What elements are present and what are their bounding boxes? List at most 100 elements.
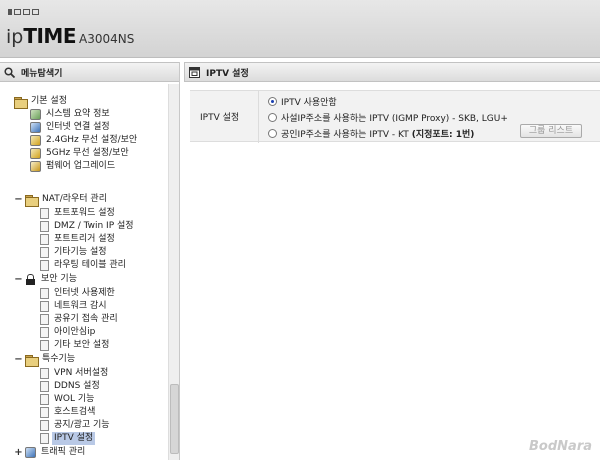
- nav-panel: 메뉴탐색기 기본 설정 시스템 요약 정보 인터넷 연결 설정 2.4GHz 무…: [0, 62, 180, 460]
- content-panel-header: IPTV 설정: [184, 62, 600, 82]
- tree-item-iptv[interactable]: IPTV 설정: [40, 432, 96, 445]
- tree-item-label-selected: IPTV 설정: [52, 432, 96, 445]
- tree-item-label: 기타기능 설정: [54, 247, 107, 257]
- tree-item-port-forward[interactable]: 포트포워드 설정: [40, 207, 117, 220]
- collapse-icon[interactable]: −: [14, 194, 23, 205]
- nav-scrollbar[interactable]: [168, 84, 179, 460]
- brand-ip: ip: [6, 26, 24, 48]
- content-panel: IPTV 설정 IPTV 설정 IPTV 사용안함 사설IP주소를 사용하는 I…: [184, 62, 600, 460]
- tree-group-label: 기본 설정: [31, 96, 67, 106]
- form-divider: [258, 91, 259, 143]
- menu-tree: 기본 설정 시스템 요약 정보 인터넷 연결 설정 2.4GHz 무선 설정/보…: [0, 84, 168, 460]
- page-icon: [40, 221, 49, 232]
- iptv-option-disabled[interactable]: IPTV 사용안함: [268, 94, 337, 108]
- tree-item-firmware[interactable]: 펌웨어 업그레이드: [30, 160, 117, 173]
- tree-item-label: 인터넷 사용제한: [54, 288, 115, 298]
- tree-group-nat[interactable]: − NAT/라우터 관리: [14, 193, 109, 207]
- tree-item-host-search[interactable]: 호스트검색: [40, 406, 97, 419]
- tree-item-misc-function[interactable]: 기타기능 설정: [40, 246, 109, 259]
- tree-item-label: 인터넷 연결 설정: [46, 122, 110, 132]
- tree-item-label: 2.4GHz 무선 설정/보안: [46, 135, 138, 145]
- wifi-icon: [30, 148, 41, 159]
- page-icon: [40, 420, 49, 431]
- tree-item-ddns[interactable]: DDNS 설정: [40, 380, 102, 393]
- tree-item-label: 라우팅 테이블 관리: [54, 260, 126, 270]
- tree-item-wireless-24[interactable]: 2.4GHz 무선 설정/보안: [30, 134, 139, 147]
- page-icon: [40, 288, 49, 299]
- brand-dots-logo: [8, 9, 39, 15]
- tree-item-label: DMZ / Twin IP 설정: [54, 221, 134, 231]
- tree-item-label: WOL 기능: [54, 394, 95, 404]
- tree-item-wol[interactable]: WOL 기능: [40, 393, 96, 406]
- page-icon: [40, 234, 49, 245]
- tree-item-label: 5GHz 무선 설정/보안: [46, 148, 129, 158]
- tree-item-internet-restrict[interactable]: 인터넷 사용제한: [40, 287, 117, 300]
- collapse-icon[interactable]: −: [14, 274, 23, 285]
- page-icon: [40, 260, 49, 271]
- wifi-icon: [30, 135, 41, 146]
- folder-icon: [25, 194, 39, 207]
- tree-item-notice-ad[interactable]: 공지/광고 기능: [40, 419, 112, 432]
- tree-item-label: 시스템 요약 정보: [46, 109, 110, 119]
- nav-panel-header: 메뉴탐색기: [0, 62, 179, 82]
- folder-icon: [25, 354, 39, 367]
- tree-group-label: 특수기능: [42, 354, 76, 364]
- nav-panel-title: 메뉴탐색기: [21, 68, 63, 79]
- tree-item-vpn-server[interactable]: VPN 서버설정: [40, 367, 110, 380]
- chart-icon: [30, 109, 41, 120]
- tree-item-label: DDNS 설정: [54, 381, 100, 391]
- tree-item-dmz[interactable]: DMZ / Twin IP 설정: [40, 220, 136, 233]
- page-icon: [40, 368, 49, 379]
- tree-item-internet-setup[interactable]: 인터넷 연결 설정: [30, 121, 112, 134]
- iptv-option-private-ip[interactable]: 사설IP주소를 사용하는 IPTV (IGMP Proxy) - SKB, LG…: [268, 110, 508, 124]
- lock-icon: [25, 274, 36, 285]
- tree-group-basic[interactable]: 기본 설정: [14, 95, 69, 109]
- tree-item-label: 포트포워드 설정: [54, 208, 115, 218]
- page-icon: [40, 407, 49, 418]
- upgrade-icon: [30, 161, 41, 172]
- tree-item-access-manage[interactable]: 공유기 접속 관리: [40, 313, 120, 326]
- option-label: IPTV 사용안함: [281, 97, 337, 108]
- page-icon: [40, 301, 49, 312]
- option-label: 사설IP주소를 사용하는 IPTV (IGMP Proxy) - SKB, LG…: [281, 113, 508, 124]
- tree-item-label: 아이안심ip: [54, 327, 96, 337]
- radio-button[interactable]: [268, 128, 277, 138]
- radio-button[interactable]: [268, 96, 277, 106]
- tree-item-label: 펌웨어 업그레이드: [46, 161, 116, 171]
- page-icon: [40, 314, 49, 325]
- tree-item-label: 기타 보안 설정: [54, 340, 110, 350]
- tree-group-security[interactable]: − 보안 기능: [14, 273, 79, 286]
- tree-item-label: 공지/광고 기능: [54, 420, 110, 430]
- collapse-icon[interactable]: −: [14, 354, 23, 365]
- page-icon: [40, 208, 49, 219]
- tree-item-network-monitor[interactable]: 네트워크 감시: [40, 300, 109, 313]
- tree-group-special[interactable]: − 특수기능: [14, 353, 77, 367]
- page-icon: [40, 394, 49, 405]
- traffic-icon: [25, 447, 36, 458]
- tree-item-label: 공유기 접속 관리: [54, 314, 118, 324]
- tree-item-wireless-5[interactable]: 5GHz 무선 설정/보안: [30, 147, 131, 160]
- page-icon: [40, 247, 49, 258]
- tree-group-label: 보안 기능: [41, 274, 77, 284]
- tree-item-routing-table[interactable]: 라우팅 테이블 관리: [40, 259, 128, 272]
- iptv-row-label: IPTV 설정: [200, 113, 240, 123]
- tree-group-traffic[interactable]: + 트래픽 관리: [14, 446, 87, 459]
- iptv-option-public-ip[interactable]: 공인IP주소를 사용하는 IPTV - KT (지정포트: 1번): [268, 126, 474, 140]
- radio-button[interactable]: [268, 112, 277, 122]
- tree-item-other-security[interactable]: 기타 보안 설정: [40, 339, 111, 352]
- tree-item-label: 네트워크 감시: [54, 301, 107, 311]
- iptv-settings-form: IPTV 설정 IPTV 사용안함 사설IP주소를 사용하는 IPTV (IGM…: [190, 90, 600, 143]
- option-label: 공인IP주소를 사용하는 IPTV - KT: [281, 129, 409, 140]
- nav-scrollbar-thumb[interactable]: [170, 384, 179, 454]
- window-icon: [189, 66, 200, 78]
- tree-item-system-summary[interactable]: 시스템 요약 정보: [30, 108, 112, 121]
- bodnara-watermark: BodNara: [529, 439, 592, 454]
- group-list-button[interactable]: 그룹 리스트: [520, 124, 582, 138]
- expand-icon[interactable]: +: [14, 447, 23, 458]
- tree-item-label: 포트트리거 설정: [54, 234, 115, 244]
- page-icon: [40, 433, 49, 444]
- tree-item-label: VPN 서버설정: [54, 368, 109, 378]
- page-icon: [40, 327, 49, 338]
- tree-item-port-trigger[interactable]: 포트트리거 설정: [40, 233, 117, 246]
- tree-item-i-ansim[interactable]: 아이안심ip: [40, 326, 97, 339]
